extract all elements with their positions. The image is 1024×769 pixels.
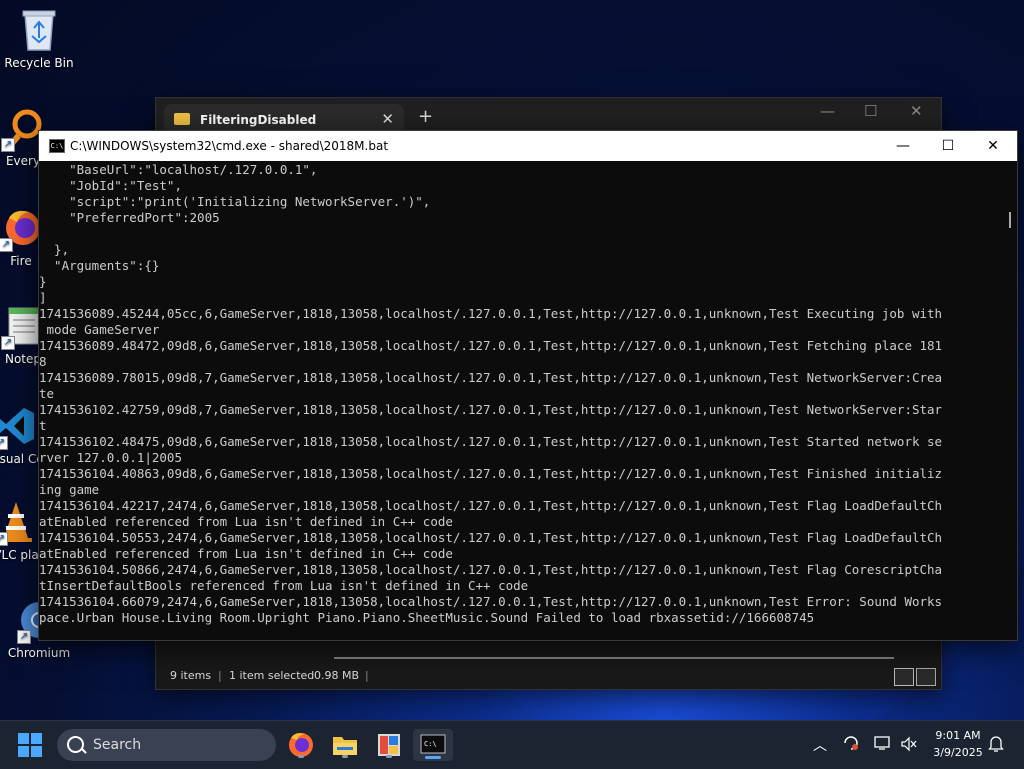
console-line: "script":"print('Initializing NetworkSer… bbox=[39, 194, 431, 209]
console-line: mode GameServer bbox=[39, 322, 160, 337]
shortcut-arrow-icon: ↗ bbox=[0, 436, 8, 450]
shortcut-arrow-icon: ↗ bbox=[0, 532, 8, 546]
svg-text:C:\: C:\ bbox=[424, 740, 437, 748]
console-line: ] bbox=[39, 290, 47, 305]
details-view-icon[interactable] bbox=[894, 668, 914, 686]
console-line: 8 bbox=[39, 354, 47, 369]
windows-logo-icon bbox=[18, 733, 42, 757]
console-line: "JobId":"Test", bbox=[39, 178, 182, 193]
explorer-horizontal-scrollbar[interactable] bbox=[334, 657, 894, 659]
running-indicator bbox=[298, 755, 304, 758]
cmd-close-button[interactable]: ✕ bbox=[970, 131, 1016, 161]
status-divider: | bbox=[218, 669, 222, 682]
console-line: pace.Urban House.Living Room.Upright Pia… bbox=[39, 610, 815, 625]
search-label: Search bbox=[93, 737, 142, 753]
console-line: atEnabled referenced from Lua isn't defi… bbox=[39, 546, 453, 561]
start-button[interactable] bbox=[18, 733, 42, 757]
running-indicator bbox=[342, 755, 348, 758]
large-icons-view-icon[interactable] bbox=[916, 668, 936, 686]
taskbar: Search C:\ ︿ 9:01 AM 3/9/2025 bbox=[0, 720, 1024, 769]
console-line: ing game bbox=[39, 482, 100, 497]
console-line: t bbox=[39, 418, 47, 433]
volume-muted-icon[interactable] bbox=[900, 736, 918, 752]
shortcut-arrow-icon: ↗ bbox=[17, 630, 31, 644]
cmd-window[interactable]: C:\ C:\WINDOWS\system32\cmd.exe - shared… bbox=[38, 130, 1018, 641]
taskbar-terminal[interactable]: C:\ bbox=[413, 729, 453, 761]
update-sync-icon[interactable] bbox=[842, 734, 860, 752]
desktop-icon-label: Chromium bbox=[7, 646, 71, 660]
close-tab-icon[interactable]: ✕ bbox=[381, 110, 394, 128]
cmd-titlebar[interactable]: C:\ C:\WINDOWS\system32\cmd.exe - shared… bbox=[39, 131, 1017, 161]
console-line: 1741536089.78015,09d8,7,GameServer,1818,… bbox=[39, 370, 943, 385]
everything-search-icon: ↗ bbox=[1, 106, 43, 152]
active-indicator bbox=[425, 756, 441, 759]
console-line: "PreferredPort":2005 bbox=[39, 210, 220, 225]
cmd-window-title: C:\WINDOWS\system32\cmd.exe - shared\201… bbox=[70, 139, 389, 153]
recycle-bin-icon bbox=[19, 8, 59, 52]
clock-time[interactable]: 9:01 AM bbox=[928, 729, 988, 742]
taskbar-file-explorer[interactable] bbox=[329, 729, 361, 761]
console-line: 1741536104.50553,2474,6,GameServer,1818,… bbox=[39, 530, 943, 545]
cmd-app-icon: C:\ bbox=[49, 139, 65, 153]
console-line: tInsertDefaultBools referenced from Lua … bbox=[39, 578, 529, 593]
console-line: 1741536102.42759,09d8,7,GameServer,1818,… bbox=[39, 402, 943, 417]
console-line: } bbox=[39, 274, 47, 289]
shortcut-arrow-icon: ↗ bbox=[0, 238, 13, 252]
explorer-maximize-button[interactable]: ☐ bbox=[864, 102, 877, 120]
console-line: 1741536104.50866,2474,6,GameServer,1818,… bbox=[39, 562, 943, 577]
desktop-icon-recycle-bin[interactable]: Recycle Bin bbox=[2, 8, 76, 70]
cmd-console-output[interactable]: "BaseUrl":"localhost/.127.0.0.1", "JobId… bbox=[39, 162, 1005, 638]
network-icon[interactable] bbox=[874, 735, 892, 751]
show-hidden-icons-chevron-icon[interactable]: ︿ bbox=[813, 735, 827, 755]
new-tab-button[interactable]: + bbox=[418, 106, 433, 127]
running-indicator bbox=[386, 755, 392, 758]
console-line: rver 127.0.0.1|2005 bbox=[39, 450, 182, 465]
shortcut-arrow-icon: ↗ bbox=[1, 336, 15, 350]
visual-studio-code-icon: ↗ bbox=[0, 404, 36, 450]
firefox-icon: ↗ bbox=[0, 206, 41, 252]
explorer-minimize-button[interactable]: — bbox=[820, 102, 835, 120]
vlc-cone-icon: ↗ bbox=[0, 500, 36, 546]
explorer-tab-label: FilteringDisabled bbox=[200, 113, 317, 127]
status-item-count: 9 items bbox=[170, 669, 212, 682]
console-line: 1741536102.48475,09d8,6,GameServer,1818,… bbox=[39, 434, 943, 449]
cmd-maximize-button[interactable]: ☐ bbox=[925, 131, 971, 161]
console-line: te bbox=[39, 386, 55, 401]
notepad-icon: ↗ bbox=[1, 304, 43, 350]
console-line: atEnabled referenced from Lua isn't defi… bbox=[39, 514, 453, 529]
status-selected: 1 item selected bbox=[229, 669, 315, 682]
cmd-scrollbar[interactable] bbox=[1005, 162, 1017, 638]
console-line: 1741536104.66079,2474,6,GameServer,1818,… bbox=[39, 594, 943, 609]
clock-date[interactable]: 3/9/2025 bbox=[928, 746, 988, 759]
search-icon bbox=[67, 736, 84, 753]
taskbar-firefox[interactable] bbox=[285, 729, 317, 761]
console-line: 1741536089.45244,05cc,6,GameServer,1818,… bbox=[39, 306, 943, 321]
console-line: 1741536089.48472,09d8,6,GameServer,1818,… bbox=[39, 338, 943, 353]
taskbar-search-box[interactable]: Search bbox=[57, 729, 276, 761]
notifications-bell-icon[interactable] bbox=[988, 735, 1004, 753]
cmd-minimize-button[interactable]: — bbox=[880, 131, 926, 161]
console-line: 1741536104.42217,2474,6,GameServer,1818,… bbox=[39, 498, 943, 513]
folder-icon bbox=[174, 113, 190, 125]
console-line: "Arguments":{} bbox=[39, 258, 160, 273]
shortcut-arrow-icon: ↗ bbox=[1, 138, 15, 152]
console-line: 1741536104.40863,09d8,6,GameServer,1818,… bbox=[39, 466, 943, 481]
explorer-titlebar[interactable]: FilteringDisabled ✕ + — ☐ ✕ bbox=[156, 98, 941, 134]
console-line: }, bbox=[39, 242, 70, 257]
desktop-icon-label: Recycle Bin bbox=[4, 56, 74, 70]
console-line: "BaseUrl":"localhost/.127.0.0.1", bbox=[39, 162, 318, 177]
status-size: 0.98 MB bbox=[314, 669, 360, 682]
status-divider: | bbox=[365, 669, 369, 682]
taskbar-app[interactable] bbox=[373, 729, 405, 761]
cmd-scrollbar-thumb[interactable] bbox=[1009, 212, 1011, 228]
explorer-status-bar: 9 items | 1 item selected 0.98 MB | bbox=[156, 663, 941, 689]
explorer-close-button[interactable]: ✕ bbox=[910, 102, 923, 120]
